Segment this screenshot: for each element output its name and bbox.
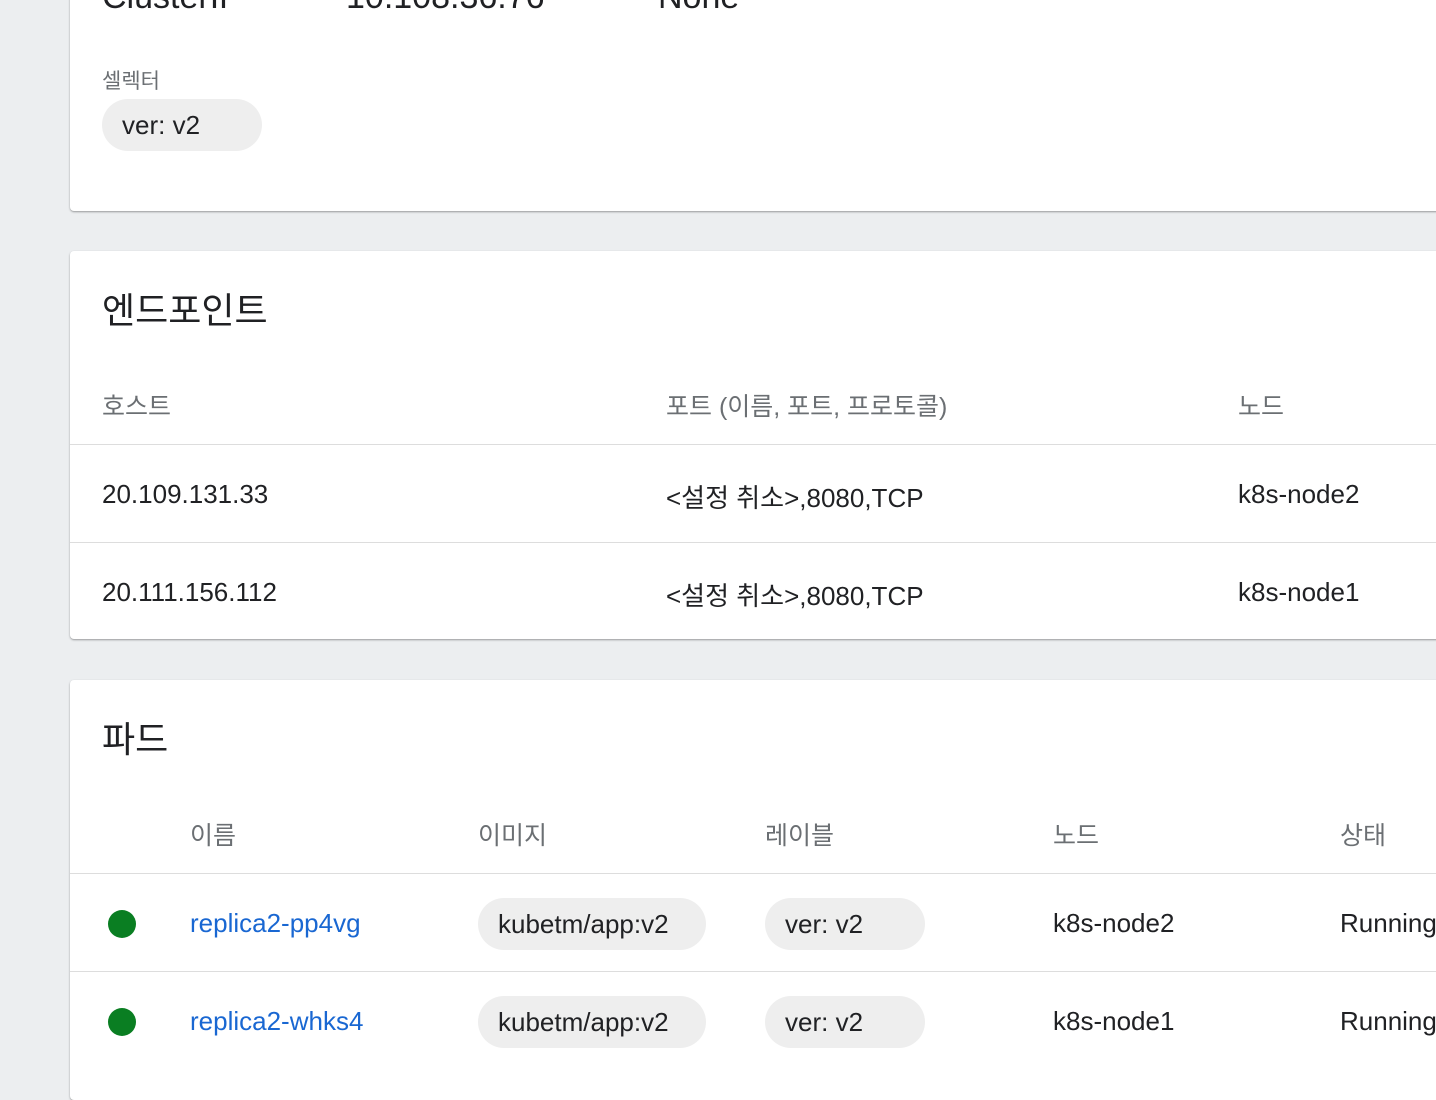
column-header-name[interactable]: 이름	[190, 816, 236, 852]
row-divider	[70, 971, 1436, 972]
endpoints-title: 엔드포인트	[102, 290, 268, 331]
endpoint-host: 20.109.131.33	[102, 479, 269, 509]
pod-node: k8s-node1	[1053, 1006, 1175, 1036]
selector-label: 셀렉터	[102, 70, 160, 93]
pods-title: 파드	[102, 719, 169, 760]
column-header-node: 노드	[1238, 393, 1285, 421]
pods-card: 파드 이름 이미지 레이블 노드 상태 replica2-pp4vg kubet…	[70, 680, 1436, 1100]
endpoints-card: 엔드포인트 호스트 포트 (이름, 포트, 프로토콜) 노드 20.109.13…	[70, 251, 1436, 639]
status-running-icon	[108, 910, 136, 938]
column-header-host: 호스트	[102, 393, 172, 421]
column-header-image: 이미지	[478, 822, 548, 850]
column-header-status: 상태	[1340, 822, 1387, 850]
service-detail-card: ClusterIP 10.108.36.76 None 셀렉터 ver: v2	[70, 0, 1436, 211]
pod-status: Running	[1340, 1006, 1436, 1036]
label-chip: ver: v2	[765, 898, 925, 950]
endpoint-port: <설정 취소>,8080,TCP	[666, 581, 924, 611]
endpoint-host: 20.111.156.112	[102, 577, 277, 607]
pod-name-link[interactable]: replica2-whks4	[190, 1006, 363, 1037]
cluster-ip-value: 10.108.36.76	[346, 0, 545, 17]
row-divider	[70, 542, 1436, 543]
image-chip: kubetm/app:v2	[478, 996, 706, 1048]
endpoint-port: <설정 취소>,8080,TCP	[666, 483, 924, 513]
endpoint-node: k8s-node2	[1238, 479, 1360, 509]
header-divider	[70, 444, 1436, 445]
external-ip-value: None	[658, 0, 739, 17]
label-chip: ver: v2	[765, 996, 925, 1048]
service-type-value: ClusterIP	[102, 0, 242, 17]
header-divider	[70, 873, 1436, 874]
column-header-port: 포트 (이름, 포트, 프로토콜)	[666, 393, 948, 421]
pod-status: Running	[1340, 908, 1436, 938]
pod-node: k8s-node2	[1053, 908, 1175, 938]
image-chip: kubetm/app:v2	[478, 898, 706, 950]
selector-chip: ver: v2	[102, 99, 262, 151]
pod-name-link[interactable]: replica2-pp4vg	[190, 908, 361, 939]
column-header-node: 노드	[1053, 822, 1100, 850]
column-header-labels: 레이블	[765, 822, 835, 850]
endpoint-node: k8s-node1	[1238, 577, 1360, 607]
status-running-icon	[108, 1008, 136, 1036]
